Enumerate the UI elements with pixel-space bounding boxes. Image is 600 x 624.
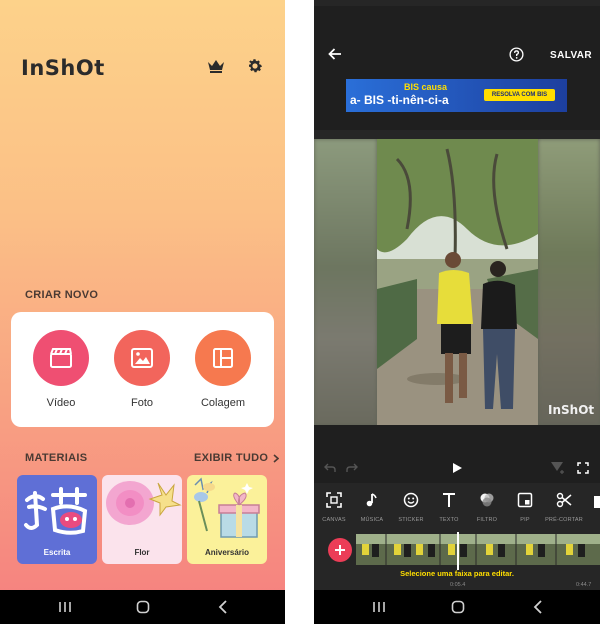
canvas-icon <box>326 492 342 508</box>
recent-apps-icon[interactable] <box>57 599 73 615</box>
clip-strip[interactable] <box>356 534 600 565</box>
collage-label: Colagem <box>200 397 246 409</box>
crown-icon[interactable] <box>207 58 225 74</box>
playhead[interactable] <box>457 532 459 570</box>
blurred-canvas-left <box>314 139 377 425</box>
home-screen: InShOt CRIAR NOVO Vídeo Foto Colagem MAT… <box>0 0 285 624</box>
scissors-icon <box>556 492 572 508</box>
play-icon[interactable] <box>452 462 463 474</box>
clapperboard-icon <box>50 348 72 368</box>
material-escrita[interactable]: Escrita <box>17 475 97 564</box>
tool-sticker[interactable]: STICKER <box>391 490 431 530</box>
ad-cta-button[interactable]: RESOLVA COM BIS <box>484 89 555 101</box>
save-button[interactable]: SALVAR <box>550 50 592 61</box>
park-scene <box>377 139 538 425</box>
materials-title: MATERIAIS <box>25 452 88 464</box>
photo-label: Foto <box>130 397 153 409</box>
photo-button[interactable] <box>114 330 170 386</box>
current-time: 0:05.4 <box>450 582 466 588</box>
recent-apps-icon[interactable] <box>371 599 387 615</box>
material-escrita-label: Escrita <box>43 548 71 557</box>
text-icon <box>443 493 455 507</box>
redo-icon[interactable] <box>346 463 358 473</box>
chevron-right-icon <box>273 453 280 463</box>
tool-precut-label: PRÉ-CORTAR <box>545 517 583 523</box>
back-nav-icon[interactable] <box>530 599 546 615</box>
back-arrow-icon[interactable] <box>328 47 342 61</box>
birthday-artwork <box>194 477 260 538</box>
ad-tagline: a- BIS -ti-nên-ci-a <box>350 93 449 107</box>
video-label: Vídeo <box>46 397 76 409</box>
total-duration: 0:44.7 <box>576 582 592 588</box>
home-icon[interactable] <box>450 599 466 615</box>
playback-controls <box>314 425 600 483</box>
clip-thumbnails <box>356 534 600 565</box>
material-flor[interactable]: Flor <box>102 475 182 564</box>
fullscreen-icon[interactable] <box>577 462 589 474</box>
view-all-label: EXIBIR TUDO <box>194 452 269 464</box>
material-aniversario-label: Aniversário <box>204 548 250 557</box>
ad-banner[interactable]: BIS causa a- BIS -ti-nên-ci-a RESOLVA CO… <box>346 79 567 112</box>
material-flor-label: Flor <box>134 548 150 557</box>
ad-headline: BIS causa <box>404 82 448 92</box>
system-nav-bar-right <box>314 590 600 624</box>
image-icon <box>131 348 153 368</box>
blurred-canvas-right <box>538 139 600 425</box>
collage-icon <box>213 348 233 368</box>
music-icon <box>366 493 377 507</box>
sticker-icon <box>403 492 419 508</box>
tool-pip[interactable]: PIP <box>505 490 545 530</box>
timeline[interactable]: Selecione uma faixa para editar. 0:05.4 … <box>314 532 600 590</box>
filter-icon <box>480 493 494 507</box>
pip-icon <box>517 492 533 508</box>
material-aniversario[interactable]: Aniversário <box>187 475 267 564</box>
editor-screen: SALVAR BIS causa a- BIS -ti-nên-ci-a RES… <box>314 0 600 624</box>
video-preview[interactable]: InShOt <box>314 139 600 425</box>
calligraphy-artwork <box>24 487 88 535</box>
flower-artwork <box>106 481 182 525</box>
tool-filter[interactable]: FILTRO <box>467 490 507 530</box>
create-new-title: CRIAR NOVO <box>25 289 99 301</box>
timeline-hint: Selecione uma faixa para editar. <box>400 569 514 578</box>
gear-icon[interactable] <box>246 57 264 75</box>
tool-canvas[interactable]: CANVAS <box>314 490 354 530</box>
video-button[interactable] <box>33 330 89 386</box>
tool-precut[interactable]: PRÉ-CORTAR <box>544 490 584 530</box>
tool-overflow-edge <box>594 496 600 508</box>
tool-music[interactable]: MÚSICA <box>352 490 392 530</box>
back-nav-icon[interactable] <box>215 599 231 615</box>
help-icon[interactable] <box>509 47 524 62</box>
keyframe-icon[interactable] <box>550 461 566 475</box>
system-nav-bar <box>0 590 285 624</box>
collage-button[interactable] <box>195 330 251 386</box>
create-new-card: Vídeo Foto Colagem <box>11 312 274 427</box>
tool-text[interactable]: TEXTO <box>429 490 469 530</box>
plus-icon <box>335 545 345 555</box>
home-icon[interactable] <box>135 599 151 615</box>
app-logo: InShOt <box>21 56 105 80</box>
watermark[interactable]: InShOt <box>548 403 594 417</box>
undo-icon[interactable] <box>324 463 336 473</box>
view-all-link[interactable]: EXIBIR TUDO <box>194 452 280 464</box>
add-clip-button[interactable] <box>328 538 352 562</box>
video-frame <box>377 139 538 425</box>
